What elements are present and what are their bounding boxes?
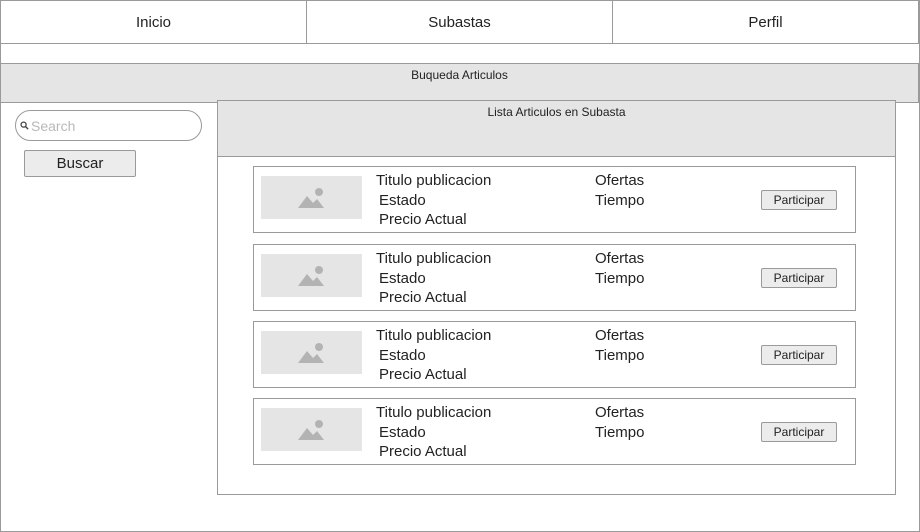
item-estado: Estado [379, 424, 426, 441]
item-precio: Precio Actual [379, 211, 467, 228]
participar-button[interactable]: Participar [761, 268, 837, 288]
item-image [261, 408, 362, 451]
item-title: Titulo publicacion [376, 172, 492, 189]
auction-item-card: Titulo publicacion Estado Precio Actual … [253, 398, 856, 465]
top-nav: Inicio Subastas Perfil [0, 0, 919, 44]
image-placeholder-icon [297, 265, 324, 286]
auction-list-panel: Lista Articulos en Subasta Titulo public… [217, 100, 896, 495]
image-placeholder-icon [297, 342, 324, 363]
item-tiempo: Tiempo [595, 270, 645, 287]
participar-button[interactable]: Participar [761, 422, 837, 442]
item-ofertas: Ofertas [595, 404, 645, 421]
auction-item-card: Titulo publicacion Estado Precio Actual … [253, 321, 856, 388]
search-box[interactable] [15, 110, 202, 141]
item-precio: Precio Actual [379, 443, 467, 460]
tab-subastas[interactable]: Subastas [307, 1, 613, 43]
item-tiempo: Tiempo [595, 192, 645, 209]
tab-inicio[interactable]: Inicio [1, 1, 307, 43]
item-title: Titulo publicacion [376, 250, 492, 267]
auction-list-title: Lista Articulos en Subasta [487, 105, 626, 119]
participar-button[interactable]: Participar [761, 345, 837, 365]
item-ofertas: Ofertas [595, 172, 645, 189]
tab-perfil[interactable]: Perfil [613, 1, 918, 43]
item-title: Titulo publicacion [376, 327, 492, 344]
item-ofertas: Ofertas [595, 250, 645, 267]
item-estado: Estado [379, 192, 426, 209]
search-section-header: Buqueda Articulos [0, 63, 919, 103]
buscar-button[interactable]: Buscar [24, 150, 136, 177]
item-tiempo: Tiempo [595, 347, 645, 364]
item-tiempo: Tiempo [595, 424, 645, 441]
search-section-title: Buqueda Articulos [411, 68, 508, 82]
auction-item-card: Titulo publicacion Estado Precio Actual … [253, 244, 856, 311]
item-estado: Estado [379, 270, 426, 287]
item-ofertas: Ofertas [595, 327, 645, 344]
item-precio: Precio Actual [379, 289, 467, 306]
image-placeholder-icon [297, 187, 324, 208]
item-estado: Estado [379, 347, 426, 364]
auction-list-header: Lista Articulos en Subasta [218, 101, 895, 157]
item-image [261, 176, 362, 219]
item-image [261, 254, 362, 297]
search-input[interactable] [31, 117, 191, 134]
item-image [261, 331, 362, 374]
image-placeholder-icon [297, 419, 324, 440]
participar-button[interactable]: Participar [761, 190, 837, 210]
item-title: Titulo publicacion [376, 404, 492, 421]
item-precio: Precio Actual [379, 366, 467, 383]
search-icon [20, 121, 29, 130]
auction-item-card: Titulo publicacion Estado Precio Actual … [253, 166, 856, 233]
